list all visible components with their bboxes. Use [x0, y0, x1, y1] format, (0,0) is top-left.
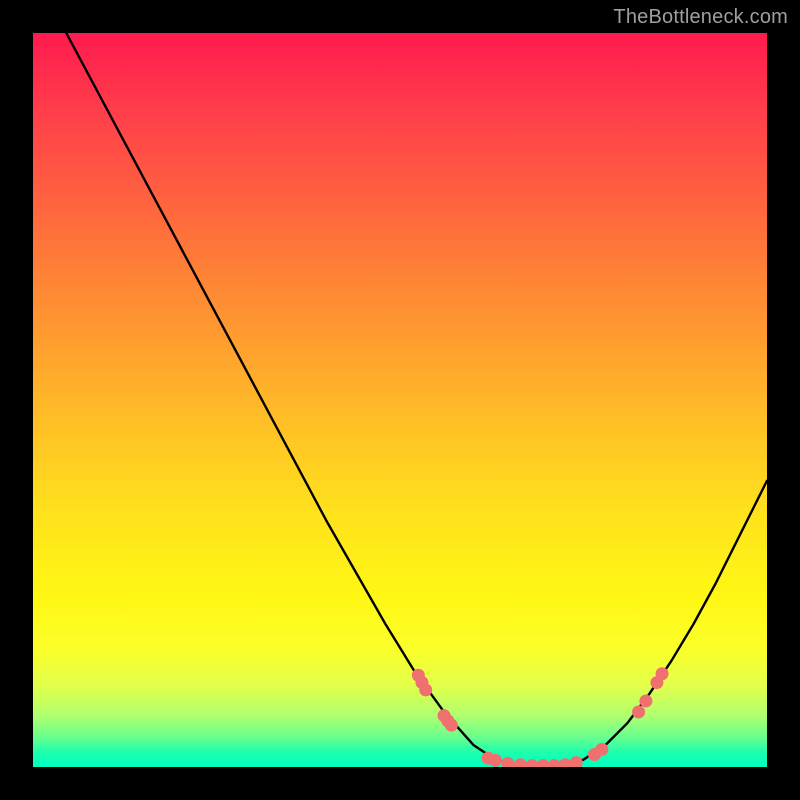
data-marker — [445, 719, 458, 732]
data-marker — [632, 705, 645, 718]
plot-area — [33, 33, 767, 767]
chart-container: TheBottleneck.com — [0, 0, 800, 800]
data-marker — [639, 694, 652, 707]
data-marker — [514, 758, 527, 767]
chart-svg — [33, 33, 767, 767]
data-marker — [595, 743, 608, 756]
data-markers — [412, 667, 669, 767]
data-marker — [489, 754, 502, 767]
data-marker — [548, 759, 561, 767]
data-marker — [419, 683, 432, 696]
data-marker — [501, 757, 514, 767]
watermark-text: TheBottleneck.com — [613, 6, 788, 29]
bottleneck-curve — [33, 33, 767, 767]
data-marker — [656, 667, 669, 680]
data-marker — [570, 756, 583, 767]
